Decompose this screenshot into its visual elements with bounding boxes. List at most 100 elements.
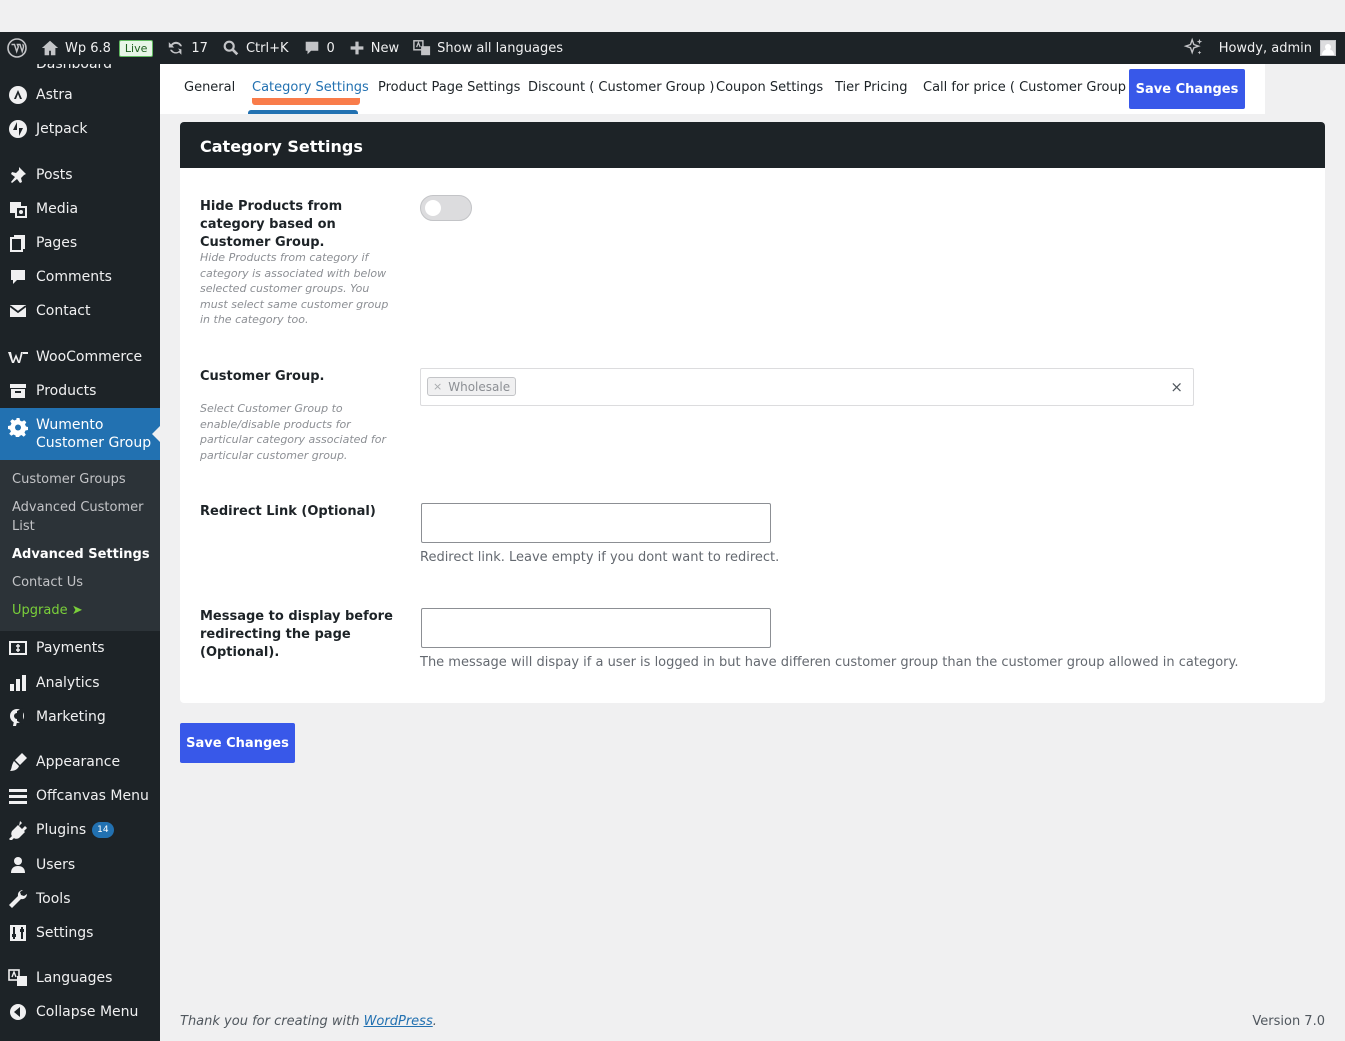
menu-appearance[interactable]: Appearance (0, 750, 160, 774)
pages-icon (10, 235, 25, 252)
clear-selection-icon[interactable]: × (1170, 378, 1183, 396)
megaphone-icon (10, 708, 24, 726)
submenu-contact-us[interactable]: Contact Us (12, 573, 152, 592)
paintbrush-icon (10, 753, 27, 771)
updates-link[interactable]: 17 (160, 32, 215, 64)
jetpack-icon (9, 120, 27, 138)
bar-chart-icon (10, 675, 26, 691)
languages-link[interactable]: Show all languages (406, 32, 570, 64)
gear-icon (8, 418, 28, 437)
menu-marketing[interactable]: Marketing (0, 705, 160, 729)
submenu-advanced-settings[interactable]: Advanced Settings (12, 545, 152, 564)
archive-icon (10, 384, 26, 398)
plus-icon (350, 41, 364, 55)
save-changes-top-button[interactable]: Save Changes (1129, 69, 1245, 109)
redirect-link-help: Redirect link. Leave empty if you dont w… (420, 550, 780, 565)
footer-version: Version 7.0 (1252, 1014, 1325, 1029)
comments-link[interactable]: 0 (296, 32, 342, 64)
comments-count: 0 (326, 40, 335, 56)
customer-group-label: Customer Group. (200, 369, 325, 384)
astra-icon (9, 86, 27, 104)
home-icon (41, 40, 59, 56)
admin-sidebar: Dashboard Astra Jetpack Posts Media Page… (0, 64, 160, 1041)
live-badge: Live (118, 39, 154, 57)
selected-group-label: Wholesale (448, 379, 511, 394)
submenu-upgrade[interactable]: Upgrade ➤ (12, 601, 152, 620)
shortcut-label: Ctrl+K (245, 40, 289, 56)
user-icon (11, 857, 25, 873)
site-name-link[interactable]: Wp 6.8 Live (34, 32, 160, 64)
redirect-message-label: Message to display before redirecting th… (200, 609, 393, 660)
tab-general[interactable]: General (184, 80, 235, 95)
redirect-message-input[interactable] (421, 608, 771, 648)
menu-pages[interactable]: Pages (0, 231, 160, 255)
menu-offcanvas[interactable]: Offcanvas Menu (0, 784, 160, 808)
menu-tools[interactable]: Tools (0, 887, 160, 911)
new-content-link[interactable]: New (342, 32, 406, 64)
menu-wumento-line1: Wumento (36, 417, 104, 433)
settings-tabs: General Category Settings Product Page S… (160, 64, 1265, 114)
menu-languages[interactable]: Languages (0, 966, 160, 990)
chip-remove-icon[interactable]: × (433, 380, 442, 393)
menu-analytics[interactable]: Analytics (0, 671, 160, 695)
sparkle-icon (1183, 37, 1202, 55)
envelope-icon (9, 305, 27, 317)
tab-product-page-settings[interactable]: Product Page Settings (378, 80, 520, 95)
menu-posts[interactable]: Posts (0, 163, 160, 187)
search-icon (223, 40, 239, 56)
redirect-message-help: The message will dispay if a user is log… (420, 655, 1239, 670)
wordpress-link[interactable]: WordPress (364, 1014, 433, 1029)
menu-media[interactable]: Media (0, 197, 160, 221)
menu-products[interactable]: Products (0, 379, 160, 403)
pushpin-icon (11, 167, 26, 183)
menu-wumento-customer-group[interactable]: Wumento Customer Group (0, 408, 160, 460)
hide-products-description: Hide Products from category if category … (200, 251, 389, 326)
plugins-update-badge: 14 (92, 822, 114, 838)
wordpress-logo-icon[interactable] (0, 32, 34, 64)
menu-users[interactable]: Users (0, 853, 160, 877)
hide-products-toggle[interactable] (420, 195, 472, 221)
menu-contact[interactable]: Contact (0, 299, 160, 323)
menu-comments[interactable]: Comments (0, 265, 160, 289)
tab-discount-customer-group[interactable]: Discount ( Customer Group ) (528, 80, 714, 95)
ai-sparkle-link[interactable] (1176, 32, 1212, 64)
menu-settings[interactable]: Settings (0, 921, 160, 945)
comment-icon (305, 41, 318, 55)
wumento-submenu: Customer Groups Advanced Customer List A… (0, 460, 160, 631)
my-account-link[interactable]: Howdy, admin (1212, 32, 1345, 64)
languages-label: Show all languages (437, 40, 563, 56)
menu-wumento-line2: Customer Group (36, 435, 152, 451)
submenu-advanced-customer-list[interactable]: Advanced Customer List (12, 498, 152, 536)
tab-category-settings[interactable]: Category Settings (252, 80, 369, 95)
translation-icon (413, 40, 431, 56)
redirect-link-label: Redirect Link (Optional) (200, 504, 376, 519)
settings-sliders-icon (10, 925, 26, 941)
category-settings-card: Category Settings Hide Products from cat… (180, 122, 1325, 703)
menu-dashboard[interactable]: Dashboard (0, 64, 160, 74)
howdy-label: Howdy, admin (1218, 40, 1312, 56)
menu-payments[interactable]: Payments (0, 636, 160, 660)
menu-jetpack[interactable]: Jetpack (0, 117, 160, 141)
tab-coupon-settings[interactable]: Coupon Settings (716, 80, 823, 95)
menu-woocommerce[interactable]: WooCommerce (0, 345, 160, 369)
customer-group-select[interactable]: × Wholesale × (420, 368, 1194, 406)
admin-bar: Wp 6.8 Live 17 Ctrl+K 0 New Show all lan… (0, 32, 1345, 64)
wrench-icon (9, 889, 28, 908)
menu-astra[interactable]: Astra (0, 83, 160, 107)
save-changes-bottom-button[interactable]: Save Changes (180, 723, 295, 763)
new-label: New (370, 40, 400, 56)
redirect-link-input[interactable] (421, 503, 771, 543)
media-icon (10, 202, 27, 218)
menu-plugins[interactable]: Plugins 14 (0, 818, 160, 842)
avatar (1320, 40, 1336, 56)
footer-thanks: Thank you for creating with WordPress. (180, 1014, 437, 1029)
menu-collapse[interactable]: Collapse Menu (0, 1000, 160, 1024)
command-palette-link[interactable]: Ctrl+K (215, 32, 296, 64)
submenu-customer-groups[interactable]: Customer Groups (12, 470, 152, 489)
payments-icon (9, 641, 27, 655)
tab-tier-pricing[interactable]: Tier Pricing (835, 80, 907, 95)
tab-call-for-price[interactable]: Call for price ( Customer Group ) (923, 80, 1135, 95)
customer-group-description: Select Customer Group to enable/disable … (200, 402, 387, 462)
translation-icon (8, 969, 27, 986)
hamburger-icon (9, 789, 27, 804)
